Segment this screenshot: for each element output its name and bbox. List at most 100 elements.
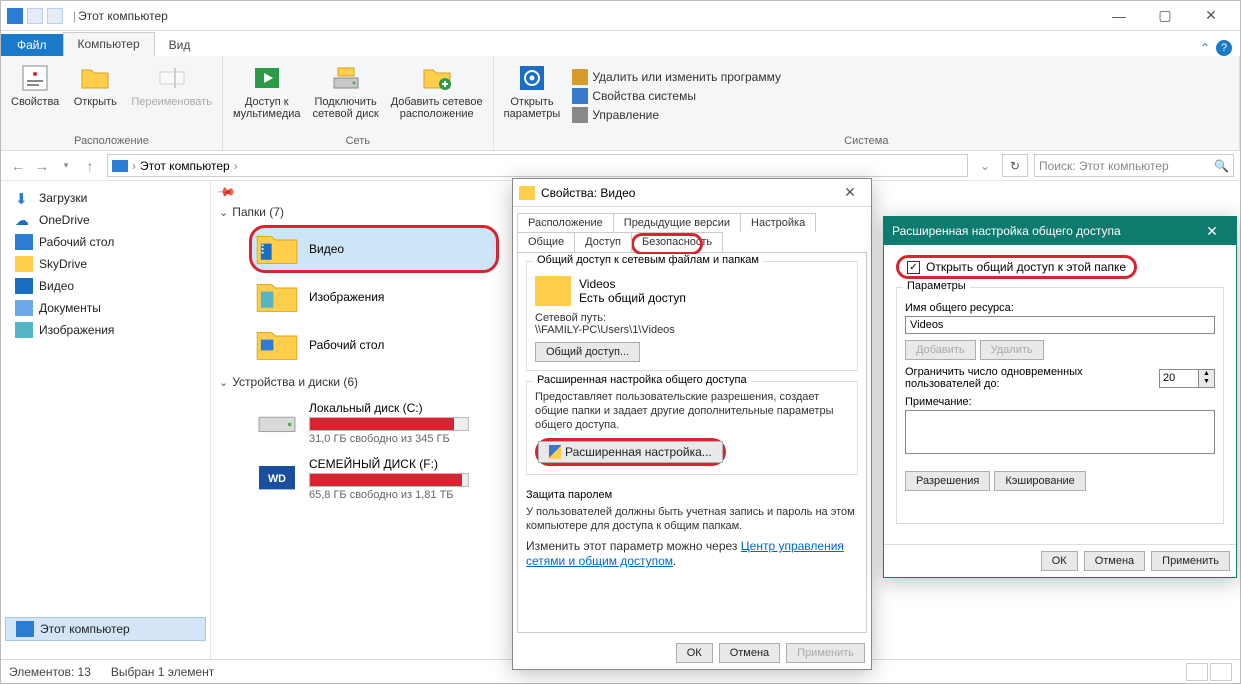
sidebar-item-documents[interactable]: Документы [5, 297, 206, 319]
tab-general[interactable]: Общие [517, 232, 575, 252]
ribbon-uninstall-link[interactable]: Удалить или изменить программу [572, 69, 781, 85]
ok-button[interactable]: ОК [676, 643, 713, 663]
title-bar: | Этот компьютер — ▢ ✕ [1, 1, 1240, 31]
disk-item-f[interactable]: WD СЕМЕЙНЫЙ ДИСК (F:) 65,8 ГБ свободно и… [249, 451, 509, 507]
ok-button[interactable]: ОК [1041, 551, 1078, 571]
minimize-button[interactable]: — [1096, 2, 1142, 30]
share-name: Videos [579, 277, 686, 291]
tab-security[interactable]: Безопасность [631, 232, 723, 252]
help-icon[interactable]: ? [1216, 40, 1232, 56]
tab-file[interactable]: Файл [1, 34, 63, 56]
close-icon[interactable]: ✕ [835, 184, 865, 201]
box-icon [572, 69, 588, 85]
folder-item-desktop[interactable]: Рабочий стол [249, 321, 499, 369]
refresh-button[interactable]: ↻ [1002, 154, 1028, 177]
properties-dialog: Свойства: Видео ✕ Расположение Предыдущи… [512, 178, 872, 670]
advanced-title-bar: Расширенная настройка общего доступа ✕ [884, 217, 1236, 245]
sidebar-item-video[interactable]: Видео [5, 275, 206, 297]
ribbon-open-params-button[interactable]: Открыть параметры [498, 58, 567, 134]
share-status: Есть общий доступ [579, 291, 686, 305]
properties-tabs: Расположение Предыдущие версии Настройка… [513, 207, 871, 252]
permissions-button[interactable]: Разрешения [905, 471, 990, 491]
group-password-protection: Защита паролем У пользователей должны бы… [526, 485, 858, 579]
search-icon: 🔍 [1214, 159, 1229, 173]
caching-button[interactable]: Кэширование [994, 471, 1085, 491]
folder-item-pictures[interactable]: Изображения [249, 273, 499, 321]
ribbon-rename-button: Переименовать [125, 58, 218, 134]
search-placeholder: Поиск: Этот компьютер [1039, 159, 1169, 173]
ribbon-media-button[interactable]: Доступ к мультимедиа [227, 58, 307, 134]
view-icons-button[interactable] [1210, 663, 1232, 681]
ribbon-sysprops-link[interactable]: Свойства системы [572, 88, 781, 104]
tab-sharing[interactable]: Доступ [574, 232, 632, 252]
limit-users-label: Ограничить число одновременных пользоват… [905, 366, 1083, 390]
stepper-up-icon[interactable]: ▲ [1199, 370, 1214, 379]
sidebar-item-this-pc[interactable]: Этот компьютер [5, 617, 206, 641]
folder-icon [519, 186, 535, 200]
ribbon-properties-button[interactable]: Свойства [5, 58, 65, 134]
cancel-button[interactable]: Отмена [1084, 551, 1145, 571]
disk-item-c[interactable]: Локальный диск (C:) 31,0 ГБ свободно из … [249, 395, 509, 451]
group-network-sharing: Общий доступ к сетевым файлам и папкам V… [526, 261, 858, 371]
pin-icon[interactable]: 📌 [216, 182, 236, 202]
ribbon-group-system-label: Система [498, 134, 1235, 148]
sidebar-item-desktop[interactable]: Рабочий стол [5, 231, 206, 253]
ribbon-manage-link[interactable]: Управление [572, 107, 781, 123]
address-bar[interactable]: › Этот компьютер › [107, 154, 968, 177]
status-element-count: Элементов: 13 [9, 665, 91, 679]
group-parameters: Параметры Имя общего ресурса: Добавить У… [896, 287, 1224, 524]
search-box[interactable]: Поиск: Этот компьютер 🔍 [1034, 154, 1234, 177]
folder-icon [15, 256, 33, 272]
nav-fwd-icon[interactable]: → [31, 155, 53, 177]
ribbon-open-button[interactable]: Открыть [65, 58, 125, 134]
share-name-input[interactable] [905, 316, 1215, 334]
share-button[interactable]: Общий доступ... [535, 342, 640, 362]
tab-view[interactable]: Вид [155, 34, 205, 56]
view-details-button[interactable] [1186, 663, 1208, 681]
close-icon[interactable]: ✕ [1196, 223, 1228, 240]
quick-access-toolbar [7, 8, 63, 24]
disk-free-text: 31,0 ГБ свободно из 345 ГБ [309, 433, 469, 445]
apply-button[interactable]: Применить [1151, 551, 1230, 571]
note-label: Примечание: [905, 396, 1215, 408]
address-dropdown-icon[interactable]: ⌄ [974, 159, 996, 173]
stepper-down-icon[interactable]: ▼ [1199, 378, 1214, 387]
shield-icon [549, 445, 561, 459]
folder-label: Видео [309, 242, 344, 256]
limit-users-input[interactable] [1159, 369, 1199, 388]
tab-previous-versions[interactable]: Предыдущие версии [613, 213, 741, 232]
maximize-button[interactable]: ▢ [1142, 2, 1188, 30]
qat-icon-pc [7, 8, 23, 24]
collapse-ribbon-icon[interactable]: ⌃ [1200, 41, 1210, 55]
ribbon-map-drive-button[interactable]: Подключить сетевой диск [307, 58, 385, 134]
nav-back-icon[interactable]: ← [7, 155, 29, 177]
tab-location[interactable]: Расположение [517, 213, 614, 232]
chevron-right-icon: › [234, 159, 238, 173]
qat-icon-2[interactable] [27, 8, 43, 24]
sidebar-item-onedrive[interactable]: ☁OneDrive [5, 209, 206, 231]
sidebar-item-downloads[interactable]: ⬇Загрузки [5, 187, 206, 209]
status-selection: Выбран 1 элемент [111, 665, 214, 679]
qat-icon-3[interactable] [47, 8, 63, 24]
group-advanced-sharing: Расширенная настройка общего доступа Пре… [526, 381, 858, 475]
limit-users-stepper[interactable]: ▲▼ [1159, 369, 1215, 388]
tab-computer[interactable]: Компьютер [63, 32, 155, 56]
sidebar-item-pictures[interactable]: Изображения [5, 319, 206, 341]
disk-free-text: 65,8 ГБ свободно из 1,81 ТБ [309, 489, 469, 501]
tab-customize[interactable]: Настройка [740, 213, 816, 232]
share-folder-checkbox[interactable]: ✓ [907, 261, 920, 274]
group-title: Параметры [903, 280, 970, 292]
close-button[interactable]: ✕ [1188, 2, 1234, 30]
note-textarea[interactable] [905, 410, 1215, 454]
pc-icon [112, 160, 128, 172]
nav-up-icon[interactable]: ↑ [79, 155, 101, 177]
ribbon-add-network-button[interactable]: Добавить сетевое расположение [385, 58, 489, 134]
highlight-ring: Расширенная настройка... [535, 438, 726, 466]
sidebar-item-skydrive[interactable]: SkyDrive [5, 253, 206, 275]
nav-history-icon[interactable]: ▾ [55, 155, 77, 177]
dialog-buttons: ОК Отмена Применить [513, 637, 871, 669]
address-location[interactable]: Этот компьютер [140, 159, 230, 173]
advanced-sharing-button[interactable]: Расширенная настройка... [538, 441, 723, 463]
cancel-button[interactable]: Отмена [719, 643, 780, 663]
folder-item-video[interactable]: Видео [249, 225, 499, 273]
